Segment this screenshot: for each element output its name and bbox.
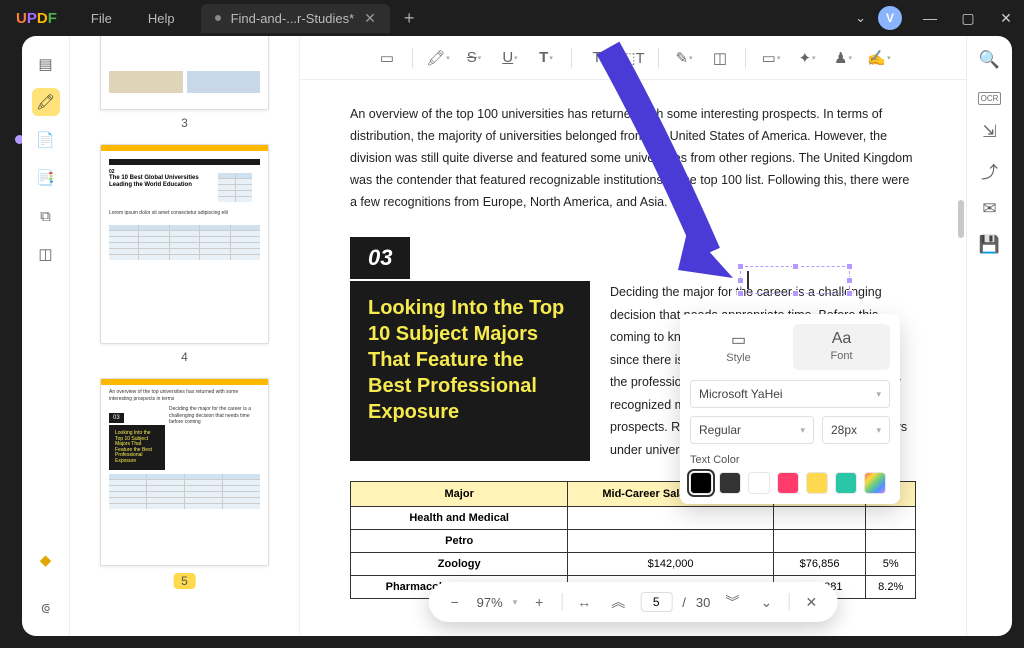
eraser-icon[interactable]: ◫: [703, 43, 737, 73]
ocr-icon[interactable]: OCR: [978, 86, 1002, 106]
document-tab[interactable]: Find-and-...r-Studies* ✕: [201, 4, 390, 33]
last-page-button[interactable]: ︾: [720, 590, 744, 614]
menu-help[interactable]: Help: [130, 11, 193, 26]
first-page-button[interactable]: ︽: [606, 590, 630, 614]
pencil-icon[interactable]: ✎▾: [667, 43, 701, 73]
text-color-label: Text Color: [690, 454, 890, 466]
mail-icon[interactable]: ✉: [982, 199, 996, 219]
zoom-level: 97%: [477, 595, 503, 610]
text-style-popup: ▭Style AaFont Microsoft YaHei▾ Regular▾ …: [680, 314, 900, 504]
color-pink[interactable]: [777, 472, 799, 494]
shape-rect-icon[interactable]: ▭▾: [754, 43, 788, 73]
font-weight-select[interactable]: Regular▾: [690, 416, 814, 444]
user-avatar[interactable]: V: [878, 6, 902, 30]
color-teal[interactable]: [835, 472, 857, 494]
scrollbar[interactable]: [958, 200, 964, 238]
color-white[interactable]: [748, 472, 770, 494]
underline-icon[interactable]: U▾: [493, 43, 527, 73]
fit-width-icon[interactable]: ↔: [572, 590, 596, 614]
new-tab-button[interactable]: +: [390, 8, 429, 29]
tab-indicator-icon: [215, 15, 221, 21]
edit-toolbar: ▭ 🖍▾ S▾ U▾ T▾ T ⬚T ✎▾ ◫ ▭▾ ✦▾ ♟▾ ✍▾: [300, 36, 966, 80]
text-format-icon[interactable]: T▾: [529, 43, 563, 73]
close-tab-icon[interactable]: ✕: [364, 10, 376, 27]
thumbnail-panel: Lorem ipsum dolor sit amet consectetur a…: [70, 36, 300, 636]
app-logo: UPDF: [0, 10, 73, 27]
color-picker[interactable]: [864, 472, 886, 494]
comment-icon[interactable]: ▭: [370, 43, 404, 73]
page-thumb-3[interactable]: Lorem ipsum dolor sit amet consectetur a…: [100, 36, 269, 110]
stack-icon[interactable]: ◆: [32, 546, 60, 574]
share-icon[interactable]: ⤴: [981, 158, 998, 183]
maximize-button[interactable]: ▢: [950, 0, 986, 36]
thumb-label-5: 5: [173, 573, 196, 589]
sticker-icon[interactable]: ✦▾: [790, 43, 824, 73]
minimize-button[interactable]: —: [912, 0, 948, 36]
font-tab[interactable]: AaFont: [793, 324, 890, 370]
bookmark-icon[interactable]: ⟃: [32, 594, 60, 622]
highlighter-icon[interactable]: 🖍▾: [421, 43, 455, 73]
page-thumb-4[interactable]: 02The 10 Best Global Universities Leadin…: [100, 144, 269, 344]
close-bar-button[interactable]: ✕: [799, 590, 823, 614]
color-black[interactable]: [690, 472, 712, 494]
page-thumb-5[interactable]: An overview of the top universities has …: [100, 378, 269, 566]
page-nav-bar: − 97% ▾ + ↔ ︽ / 30 ︾ ⌄ ✕: [429, 582, 838, 622]
font-size-select[interactable]: 28px▾: [822, 416, 890, 444]
chevron-down-icon[interactable]: ⌄: [845, 10, 876, 26]
stamp-icon[interactable]: ♟▾: [826, 43, 860, 73]
page-number-input[interactable]: [640, 592, 672, 612]
text-tool-icon[interactable]: T: [580, 43, 614, 73]
export-icon[interactable]: ⇲: [982, 122, 996, 142]
highlight-tool-icon[interactable]: 🖍: [32, 88, 60, 116]
menu-file[interactable]: File: [73, 11, 130, 26]
signature-icon[interactable]: ✍▾: [862, 43, 896, 73]
zoom-in-button[interactable]: +: [527, 590, 551, 614]
style-tab[interactable]: ▭Style: [690, 324, 787, 370]
section-headline: Looking Into the Top 10 Subject Majors T…: [350, 281, 590, 461]
textbox-icon[interactable]: ⬚T: [616, 43, 650, 73]
color-darkgrey[interactable]: [719, 472, 741, 494]
crop-icon[interactable]: ◫: [32, 240, 60, 268]
save-icon[interactable]: 💾: [979, 235, 1000, 255]
copy-icon[interactable]: ⧉: [32, 202, 60, 230]
next-page-button[interactable]: ⌄: [754, 590, 778, 614]
thumb-label-4: 4: [100, 350, 269, 364]
section-number: 03: [350, 237, 410, 279]
notes-icon[interactable]: 📄: [32, 126, 60, 154]
strikethrough-icon[interactable]: S▾: [457, 43, 491, 73]
page-total: 30: [696, 595, 710, 610]
paragraph-text: An overview of the top 100 universities …: [350, 104, 916, 213]
close-window-button[interactable]: ✕: [988, 0, 1024, 36]
thumbnails-icon[interactable]: ▤: [32, 50, 60, 78]
search-icon[interactable]: 🔍: [979, 50, 1000, 70]
thumb-label-3: 3: [100, 116, 269, 130]
zoom-out-button[interactable]: −: [443, 590, 467, 614]
layers-icon[interactable]: 📑: [32, 164, 60, 192]
font-family-select[interactable]: Microsoft YaHei▾: [690, 380, 890, 408]
color-yellow[interactable]: [806, 472, 828, 494]
text-selection-box[interactable]: [740, 266, 850, 294]
color-swatches: [690, 472, 890, 494]
tab-title: Find-and-...r-Studies*: [231, 11, 355, 26]
